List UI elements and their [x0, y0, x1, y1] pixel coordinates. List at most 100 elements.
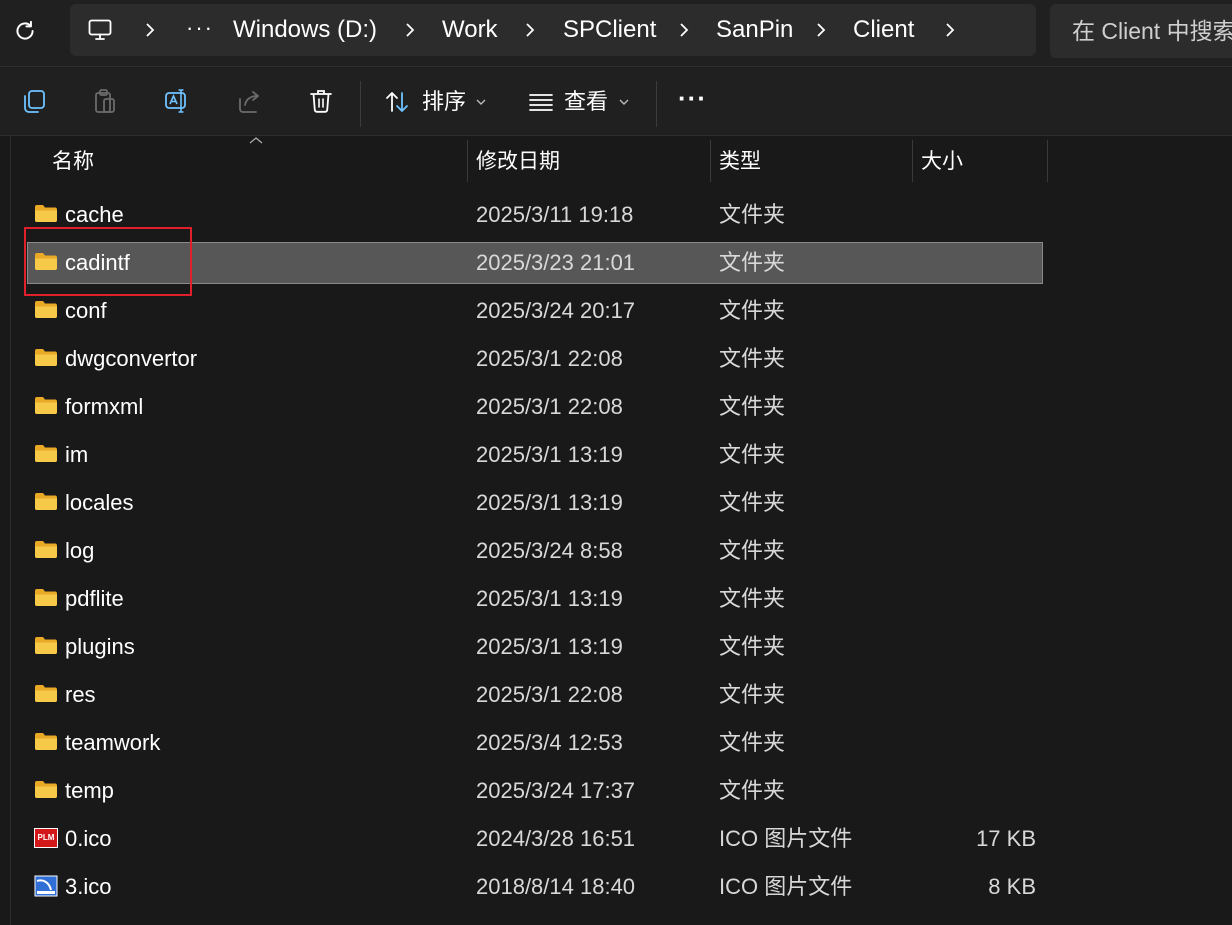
- file-name: 3.ico: [65, 874, 112, 899]
- list-item[interactable]: res 2025/3/1 22:08 文件夹: [28, 675, 1042, 715]
- list-item[interactable]: plugins 2025/3/1 13:19 文件夹: [28, 627, 1042, 667]
- breadcrumb-work[interactable]: Work: [442, 4, 498, 56]
- address-bar-row: ··· Windows (D:) Work SPClient SanPin Cl…: [0, 0, 1232, 66]
- file-type: 文件夹: [719, 538, 786, 563]
- list-item[interactable]: formxml 2025/3/1 22:08 文件夹: [28, 387, 1042, 427]
- file-name: 0.ico: [65, 826, 112, 851]
- column-header-modified[interactable]: 修改日期: [476, 138, 560, 182]
- file-modified: 2025/3/11 19:18: [476, 202, 634, 227]
- search-input[interactable]: 在 Client 中搜索: [1050, 4, 1232, 58]
- paste-icon[interactable]: [91, 87, 119, 115]
- file-name: res: [65, 682, 96, 707]
- file-name: pdflite: [65, 586, 124, 611]
- file-modified: 2025/3/1 22:08: [476, 346, 623, 371]
- list-item[interactable]: temp 2025/3/24 17:37 文件夹: [28, 771, 1042, 811]
- chevron-down-icon: [619, 99, 629, 105]
- list-item[interactable]: locales 2025/3/1 13:19 文件夹: [28, 483, 1042, 523]
- folder-icon: [34, 299, 58, 319]
- folder-icon: [34, 539, 58, 559]
- rename-icon[interactable]: [163, 87, 191, 115]
- folder-icon: [34, 731, 58, 751]
- folder-icon: [34, 395, 58, 415]
- file-modified: 2025/3/1 13:19: [476, 586, 623, 611]
- folder-icon: [34, 491, 58, 511]
- folder-icon: [34, 203, 58, 223]
- file-type: 文件夹: [719, 682, 786, 707]
- annotation-highlight-box: [24, 227, 192, 296]
- file-modified: 2018/8/14 18:40: [476, 874, 636, 899]
- list-item[interactable]: pdflite 2025/3/1 13:19 文件夹: [28, 579, 1042, 619]
- folder-icon: [34, 443, 58, 463]
- file-modified: 2025/3/24 20:17: [476, 298, 636, 323]
- list-item[interactable]: im 2025/3/1 13:19 文件夹: [28, 435, 1042, 475]
- list-item[interactable]: teamwork 2025/3/4 12:53 文件夹: [28, 723, 1042, 763]
- copy-icon[interactable]: [20, 87, 48, 115]
- chevron-right-icon[interactable]: [522, 21, 538, 39]
- chevron-right-icon[interactable]: [676, 21, 692, 39]
- file-name: temp: [65, 778, 114, 803]
- breadcrumb-spclient[interactable]: SPClient: [563, 4, 656, 56]
- column-divider[interactable]: [467, 140, 468, 182]
- file-modified: 2025/3/1 13:19: [476, 442, 623, 467]
- column-divider[interactable]: [710, 140, 711, 182]
- breadcrumb-overflow[interactable]: ···: [186, 2, 214, 54]
- folder-icon: [34, 779, 58, 799]
- file-name: im: [65, 442, 89, 467]
- column-header-size[interactable]: 大小: [921, 138, 963, 182]
- list-item[interactable]: log 2025/3/24 8:58 文件夹: [28, 531, 1042, 571]
- plm-icon-text: PLM: [37, 833, 55, 842]
- column-header-type[interactable]: 类型: [719, 138, 761, 182]
- file-modified: 2025/3/24 8:58: [476, 538, 623, 563]
- file-type: ICO 图片文件: [719, 826, 853, 851]
- view-button[interactable]: 查看: [520, 67, 640, 137]
- column-divider[interactable]: [912, 140, 913, 182]
- file-name: locales: [65, 490, 134, 515]
- file-name: dwgconvertor: [65, 346, 198, 371]
- list-item[interactable]: dwgconvertor 2025/3/1 22:08 文件夹: [28, 339, 1042, 379]
- file-modified: 2025/3/24 17:37: [476, 778, 636, 803]
- chevron-right-icon[interactable]: [813, 21, 829, 39]
- column-header-name[interactable]: 名称: [52, 138, 94, 182]
- share-icon[interactable]: [236, 87, 264, 115]
- chevron-down-icon: [476, 99, 486, 105]
- breadcrumb-drive[interactable]: Windows (D:): [233, 4, 377, 56]
- file-type: 文件夹: [719, 394, 786, 419]
- file-name: plugins: [65, 634, 135, 659]
- list-item[interactable]: conf 2025/3/24 20:17 文件夹: [28, 291, 1042, 331]
- breadcrumb-client[interactable]: Client: [853, 4, 914, 56]
- sort-button[interactable]: 排序: [378, 67, 498, 137]
- delete-icon[interactable]: [307, 87, 335, 115]
- file-name: teamwork: [65, 730, 161, 755]
- file-type: 文件夹: [719, 346, 786, 371]
- command-bar: 排序 查看 ···: [0, 66, 1232, 136]
- chevron-right-icon[interactable]: [942, 21, 958, 39]
- chevron-right-icon[interactable]: [402, 21, 418, 39]
- more-options-button[interactable]: ···: [678, 63, 707, 133]
- column-divider[interactable]: [1047, 140, 1048, 182]
- file-type: 文件夹: [719, 586, 786, 611]
- folder-icon: [34, 587, 58, 607]
- list-item[interactable]: PLM 0.ico 2024/3/28 16:51 ICO 图片文件 17 KB: [28, 819, 1042, 859]
- file-name: conf: [65, 298, 107, 323]
- file-type: 文件夹: [719, 730, 786, 755]
- folder-icon: [34, 635, 58, 655]
- file-type: 文件夹: [719, 634, 786, 659]
- refresh-icon[interactable]: [12, 18, 38, 44]
- this-pc-icon[interactable]: [88, 19, 112, 41]
- file-modified: 2025/3/1 22:08: [476, 682, 623, 707]
- file-size: 8 KB: [988, 874, 1036, 899]
- file-modified: 2025/3/1 13:19: [476, 634, 623, 659]
- file-modified: 2025/3/1 13:19: [476, 490, 623, 515]
- list-item[interactable]: 3.ico 2018/8/14 18:40 ICO 图片文件 8 KB: [28, 867, 1042, 907]
- command-separator: [656, 81, 657, 127]
- file-modified: 2024/3/28 16:51: [476, 826, 636, 851]
- breadcrumb-sanpin[interactable]: SanPin: [716, 4, 793, 56]
- address-box[interactable]: ··· Windows (D:) Work SPClient SanPin Cl…: [70, 4, 1036, 56]
- folder-icon: [34, 683, 58, 703]
- sort-label: 排序: [422, 89, 467, 114]
- file-modified: 2025/3/4 12:53: [476, 730, 623, 755]
- file-type: 文件夹: [719, 490, 786, 515]
- chevron-right-icon[interactable]: [142, 21, 158, 39]
- file-type: 文件夹: [719, 778, 786, 803]
- sort-ascending-icon: [249, 137, 263, 144]
